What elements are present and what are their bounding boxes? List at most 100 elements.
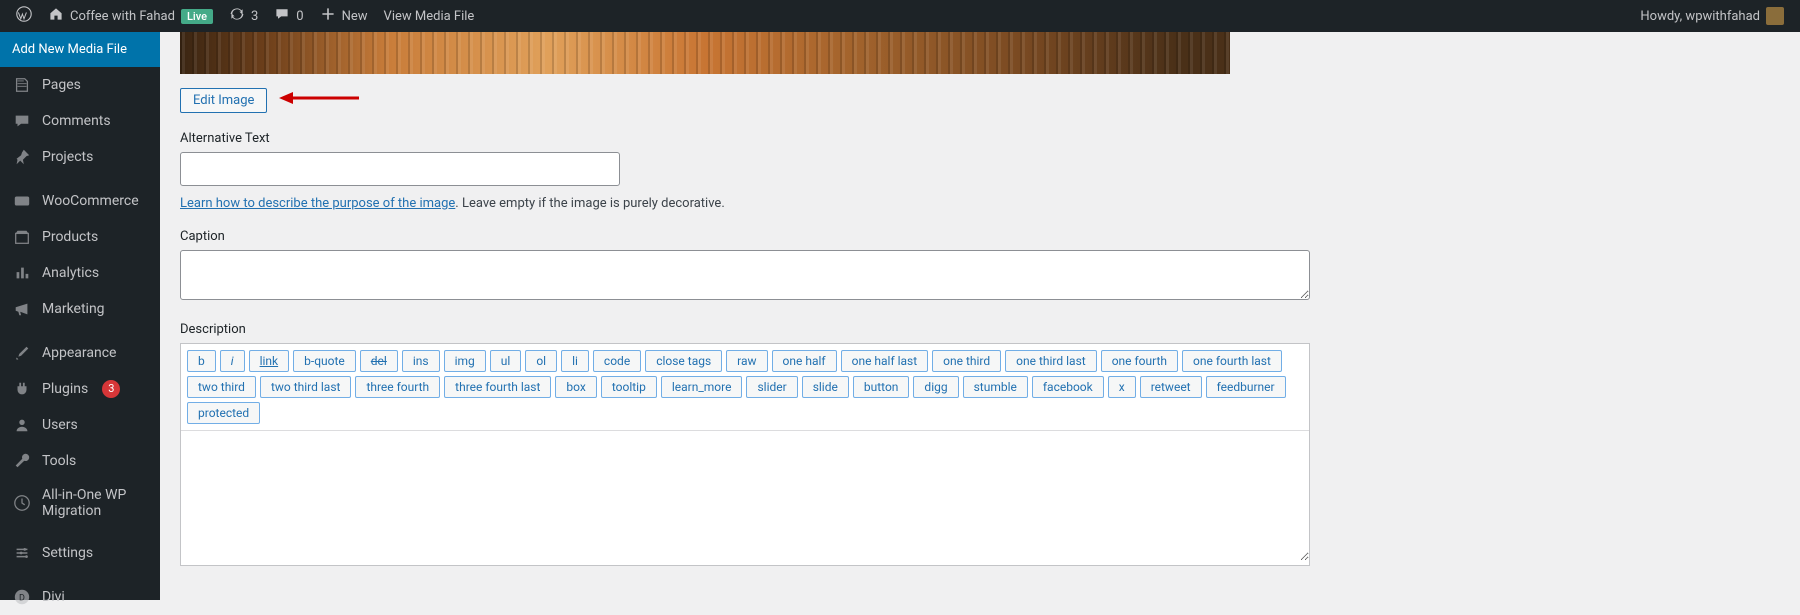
quicktag-three-fourth-last[interactable]: three fourth last <box>444 376 551 398</box>
quicktag-x[interactable]: x <box>1108 376 1136 398</box>
alt-text-input[interactable] <box>180 152 620 186</box>
new-link[interactable]: New <box>312 0 376 32</box>
sidebar-item-pages[interactable]: Pages <box>0 67 160 103</box>
live-badge: Live <box>181 9 213 24</box>
alt-text-label: Alternative Text <box>180 131 1780 146</box>
sidebar-item-plugins[interactable]: Plugins 3 <box>0 371 160 407</box>
edit-image-row: Edit Image <box>180 88 1780 113</box>
sidebar-item-label: Pages <box>42 77 81 93</box>
quicktag-two-third[interactable]: two third <box>187 376 256 398</box>
caption-label: Caption <box>180 229 1780 244</box>
sidebar-item-label: Projects <box>42 149 93 165</box>
view-media-label: View Media File <box>384 9 475 24</box>
quicktag-one-half[interactable]: one half <box>772 350 837 372</box>
updates-count: 3 <box>251 9 258 24</box>
caption-input[interactable] <box>180 250 1310 300</box>
quicktag-close-tags[interactable]: close tags <box>645 350 722 372</box>
description-label: Description <box>180 322 1780 337</box>
sidebar-current-submenu[interactable]: Add New Media File <box>0 32 160 67</box>
quicktags-toolbar: bilinkb-quotedelinsimgulollicodeclose ta… <box>181 344 1309 431</box>
quicktag-two-third-last[interactable]: two third last <box>260 376 351 398</box>
quicktag-b-quote[interactable]: b-quote <box>293 350 356 372</box>
divi-icon: D <box>12 587 32 607</box>
brush-icon <box>12 343 32 363</box>
quicktag-one-fourth[interactable]: one fourth <box>1101 350 1178 372</box>
analytics-icon <box>12 263 32 283</box>
pin-icon <box>12 147 32 167</box>
svg-text:D: D <box>19 594 25 604</box>
quicktag-ins[interactable]: ins <box>402 350 440 372</box>
sidebar-item-label: Settings <box>42 545 93 561</box>
quicktag-digg[interactable]: digg <box>913 376 958 398</box>
description-textarea[interactable] <box>181 431 1309 561</box>
quicktag-learn-more[interactable]: learn_more <box>661 376 743 398</box>
quicktag-one-third-last[interactable]: one third last <box>1005 350 1097 372</box>
sidebar-item-appearance[interactable]: Appearance <box>0 335 160 371</box>
sidebar-item-comments[interactable]: Comments <box>0 103 160 139</box>
quicktag-protected[interactable]: protected <box>187 402 260 424</box>
alt-text-hint: Learn how to describe the purpose of the… <box>180 196 1780 211</box>
quicktag-one-fourth-last[interactable]: one fourth last <box>1182 350 1282 372</box>
quicktag-ol[interactable]: ol <box>525 350 557 372</box>
sidebar-item-label: Tools <box>42 453 76 469</box>
quicktag-i[interactable]: i <box>220 350 245 372</box>
main-content: Edit Image Alternative Text Learn how to… <box>160 32 1800 600</box>
comments-icon <box>12 111 32 131</box>
quicktag-code[interactable]: code <box>593 350 641 372</box>
howdy-text: Howdy, wpwithfahad <box>1640 9 1760 24</box>
quicktag-one-half-last[interactable]: one half last <box>841 350 929 372</box>
quicktag-button[interactable]: button <box>853 376 910 398</box>
quicktag-b[interactable]: b <box>187 350 216 372</box>
sidebar-item-woocommerce[interactable]: WooCommerce <box>0 183 160 219</box>
view-media-link[interactable]: View Media File <box>376 0 483 32</box>
alt-hint-suffix: . Leave empty if the image is purely dec… <box>455 196 724 211</box>
sidebar-item-users[interactable]: Users <box>0 407 160 443</box>
wrench-icon <box>12 451 32 471</box>
quicktag-ul[interactable]: ul <box>490 350 522 372</box>
edit-image-button[interactable]: Edit Image <box>180 88 267 113</box>
quicktag-li[interactable]: li <box>561 350 589 372</box>
quicktag-retweet[interactable]: retweet <box>1140 376 1202 398</box>
sidebar-item-label: Users <box>42 417 78 433</box>
plugins-badge: 3 <box>102 380 120 398</box>
sidebar-item-label: Products <box>42 229 98 245</box>
updates-link[interactable]: 3 <box>221 0 266 32</box>
quicktag-box[interactable]: box <box>555 376 596 398</box>
quicktag-slide[interactable]: slide <box>802 376 849 398</box>
sidebar-item-settings[interactable]: Settings <box>0 535 160 571</box>
users-icon <box>12 415 32 435</box>
quicktag-three-fourth[interactable]: three fourth <box>355 376 440 398</box>
sidebar-item-projects[interactable]: Projects <box>0 139 160 175</box>
quicktag-feedburner[interactable]: feedburner <box>1206 376 1286 398</box>
sidebar-item-products[interactable]: Products <box>0 219 160 255</box>
sidebar-item-divi[interactable]: D Divi <box>0 579 160 615</box>
quicktag-facebook[interactable]: facebook <box>1032 376 1104 398</box>
sidebar-item-label: Comments <box>42 113 111 129</box>
comments-link[interactable]: 0 <box>266 0 311 32</box>
quicktag-del[interactable]: del <box>360 350 398 372</box>
sidebar-item-migration[interactable]: All-in-One WP Migration <box>0 479 160 527</box>
sidebar-item-marketing[interactable]: Marketing <box>0 291 160 327</box>
avatar <box>1766 7 1784 25</box>
sidebar-item-label: Appearance <box>42 345 116 361</box>
quicktag-one-third[interactable]: one third <box>932 350 1001 372</box>
sidebar-item-tools[interactable]: Tools <box>0 443 160 479</box>
sidebar-item-analytics[interactable]: Analytics <box>0 255 160 291</box>
migration-icon <box>12 493 32 513</box>
quicktag-img[interactable]: img <box>444 350 486 372</box>
quicktag-slider[interactable]: slider <box>746 376 797 398</box>
alt-text-help-link[interactable]: Learn how to describe the purpose of the… <box>180 196 455 211</box>
quicktag-link[interactable]: link <box>249 350 290 372</box>
image-preview <box>180 32 1230 74</box>
howdy-link[interactable]: Howdy, wpwithfahad <box>1632 0 1792 32</box>
site-name-text: Coffee with Fahad <box>70 9 175 24</box>
quicktag-tooltip[interactable]: tooltip <box>601 376 657 398</box>
site-name-link[interactable]: Coffee with Fahad Live <box>40 0 221 32</box>
quicktag-raw[interactable]: raw <box>726 350 767 372</box>
products-icon <box>12 227 32 247</box>
quicktag-stumble[interactable]: stumble <box>963 376 1028 398</box>
sidebar-item-label: Analytics <box>42 265 99 281</box>
wp-logo[interactable] <box>8 0 40 32</box>
refresh-icon <box>229 6 245 26</box>
plus-icon <box>320 6 336 26</box>
